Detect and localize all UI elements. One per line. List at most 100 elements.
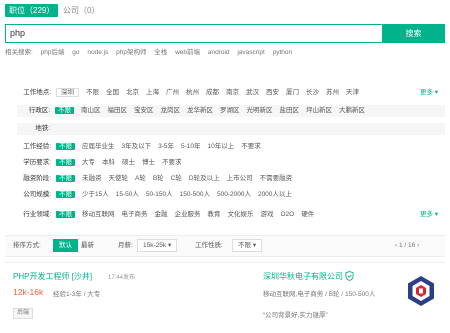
- filter-option[interactable]: 2000人以上: [258, 191, 292, 198]
- related-item[interactable]: php架构师: [116, 49, 146, 56]
- filter-option[interactable]: 上市公司: [227, 175, 253, 182]
- filter-option[interactable]: 5-10年: [181, 143, 201, 150]
- filter-option[interactable]: 3-5年: [158, 143, 174, 150]
- filter-row: 行政区: 不限 南山区 福田区 宝安区 龙岗区 龙华新区 罗湖区 光明新区 盐田区 坪山新区 大鹏新区: [17, 105, 445, 117]
- filter-option[interactable]: 福田区: [108, 107, 128, 114]
- related-item[interactable]: python: [273, 49, 293, 56]
- filter-option[interactable]: 深圳: [56, 88, 79, 97]
- filter-option[interactable]: 龙岗区: [161, 107, 181, 114]
- filter-option[interactable]: 杭州: [186, 89, 199, 96]
- filter-option[interactable]: 大鹏新区: [339, 107, 365, 114]
- related-item[interactable]: go: [72, 49, 79, 56]
- related-item[interactable]: javascript: [237, 49, 264, 56]
- filter-option[interactable]: 不限: [86, 89, 99, 96]
- salary-select[interactable]: 15k-25k ▾: [137, 239, 178, 252]
- related-item[interactable]: node.js: [87, 49, 108, 56]
- filter-option[interactable]: 宝安区: [134, 107, 154, 114]
- filter-option[interactable]: 武汉: [246, 89, 259, 96]
- related-item[interactable]: web前端: [175, 49, 200, 56]
- sort-default-button[interactable]: 默认: [53, 239, 78, 252]
- nature-select[interactable]: 不限 ▾: [232, 239, 263, 252]
- filter-option[interactable]: 3年及以下: [122, 143, 152, 150]
- filter-option[interactable]: 500-2000人: [217, 191, 251, 198]
- filter-option[interactable]: 不限: [56, 211, 75, 218]
- filter-option[interactable]: 不限: [56, 159, 75, 166]
- next-page-icon[interactable]: ›: [417, 242, 419, 249]
- search-input[interactable]: php: [5, 24, 384, 43]
- filter-option[interactable]: 移动互联网: [82, 211, 115, 218]
- filter-option[interactable]: 苏州: [326, 89, 339, 96]
- filter-option[interactable]: 北京: [126, 89, 139, 96]
- filter-option[interactable]: 不限: [56, 143, 75, 150]
- filter-option[interactable]: 广州: [166, 89, 179, 96]
- filter-option[interactable]: B轮: [153, 175, 164, 182]
- sort-label: 排序方式:: [13, 242, 41, 249]
- job-requirements: 经验1-3年 / 大专: [53, 291, 101, 298]
- filter-option[interactable]: 本科: [102, 159, 115, 166]
- filter-option[interactable]: 金融: [155, 211, 168, 218]
- filter-option[interactable]: 不要求: [241, 143, 261, 150]
- filter-option[interactable]: 10年以上: [208, 143, 235, 150]
- filter-option[interactable]: 光明新区: [247, 107, 273, 114]
- related-item[interactable]: 全栈: [154, 49, 167, 56]
- filter-option[interactable]: 西安: [266, 89, 279, 96]
- job-title[interactable]: PHP开发工程师 [沙井]: [13, 271, 92, 282]
- more-label: 更多: [420, 211, 433, 218]
- filter-option[interactable]: 上海: [146, 89, 159, 96]
- filter-option[interactable]: 大专: [82, 159, 95, 166]
- filter-option[interactable]: 成都: [206, 89, 219, 96]
- filter-row: 工作经验: 不限 应届毕业生 3年及以下 3-5年 5-10年 10年以上 不要求: [5, 141, 445, 152]
- search-button[interactable]: 搜索: [382, 24, 445, 43]
- filter-option[interactable]: 未融资: [82, 175, 102, 182]
- filter-option[interactable]: 罗湖区: [220, 107, 240, 114]
- filter-option[interactable]: O2O: [281, 211, 295, 218]
- filter-option[interactable]: 南山区: [81, 107, 101, 114]
- more-toggle[interactable]: 更多 ▾: [420, 87, 438, 98]
- company-name[interactable]: 深圳华秋电子有限公司: [263, 271, 343, 282]
- filter-label: 行政区:: [28, 107, 50, 114]
- tab-companies[interactable]: 公司（0）: [63, 4, 99, 17]
- related-item[interactable]: android: [208, 49, 230, 56]
- filter-option[interactable]: 不限: [56, 175, 75, 182]
- filter-option[interactable]: 全国: [106, 89, 119, 96]
- job-time: 17:44发布: [108, 275, 136, 281]
- filter-option[interactable]: 50-150人: [146, 191, 173, 198]
- filter-option[interactable]: 企业服务: [175, 211, 201, 218]
- filter-option[interactable]: 盐田区: [280, 107, 300, 114]
- salary-label: 月薪:: [118, 242, 133, 249]
- filter-option[interactable]: 教育: [208, 211, 221, 218]
- filter-option[interactable]: 厦门: [286, 89, 299, 96]
- tab-jobs[interactable]: 职位（229）: [5, 4, 59, 17]
- filter-option[interactable]: 应届毕业生: [82, 143, 115, 150]
- filter-option[interactable]: 不需要融资: [260, 175, 293, 182]
- filter-option[interactable]: 硕士: [122, 159, 135, 166]
- filter-option[interactable]: D轮及以上: [189, 175, 220, 182]
- filter-option[interactable]: 游戏: [261, 211, 274, 218]
- filter-option[interactable]: 文化娱乐: [228, 211, 254, 218]
- filter-option[interactable]: 天使轮: [109, 175, 129, 182]
- filter-row: 学历要求: 不限 大专 本科 硕士 博士 不要求: [5, 157, 445, 168]
- filter-option[interactable]: 天津: [346, 89, 359, 96]
- filter-option[interactable]: 硬件: [301, 211, 314, 218]
- filter-option[interactable]: 长沙: [306, 89, 319, 96]
- filter-option[interactable]: 150-500人: [180, 191, 210, 198]
- filter-option[interactable]: 坪山新区: [306, 107, 332, 114]
- nature-value: 不限: [238, 242, 251, 249]
- filter-option[interactable]: C轮: [171, 175, 182, 182]
- prev-page-icon[interactable]: ‹: [395, 242, 397, 249]
- filter-option[interactable]: 15-50人: [116, 191, 139, 198]
- more-toggle[interactable]: 更多 ▾: [420, 209, 438, 220]
- filter-option[interactable]: 不要求: [162, 159, 182, 166]
- related-item[interactable]: php后端: [41, 49, 65, 56]
- filter-option[interactable]: 南京: [226, 89, 239, 96]
- filter-option[interactable]: 少于15人: [82, 191, 109, 198]
- company-logo[interactable]: [403, 273, 439, 309]
- filter-option[interactable]: 博士: [142, 159, 155, 166]
- job-card[interactable]: PHP开发工程师 [沙井] 17:44发布 12k-16k 经验1-3年 / 大…: [5, 262, 445, 329]
- sort-newest-button[interactable]: 最新: [81, 236, 94, 256]
- filter-option[interactable]: A轮: [135, 175, 146, 182]
- filter-option[interactable]: 不限: [55, 107, 74, 114]
- filter-option[interactable]: 不限: [56, 191, 75, 198]
- filter-option[interactable]: 电子商务: [122, 211, 148, 218]
- filter-option[interactable]: 龙华新区: [187, 107, 213, 114]
